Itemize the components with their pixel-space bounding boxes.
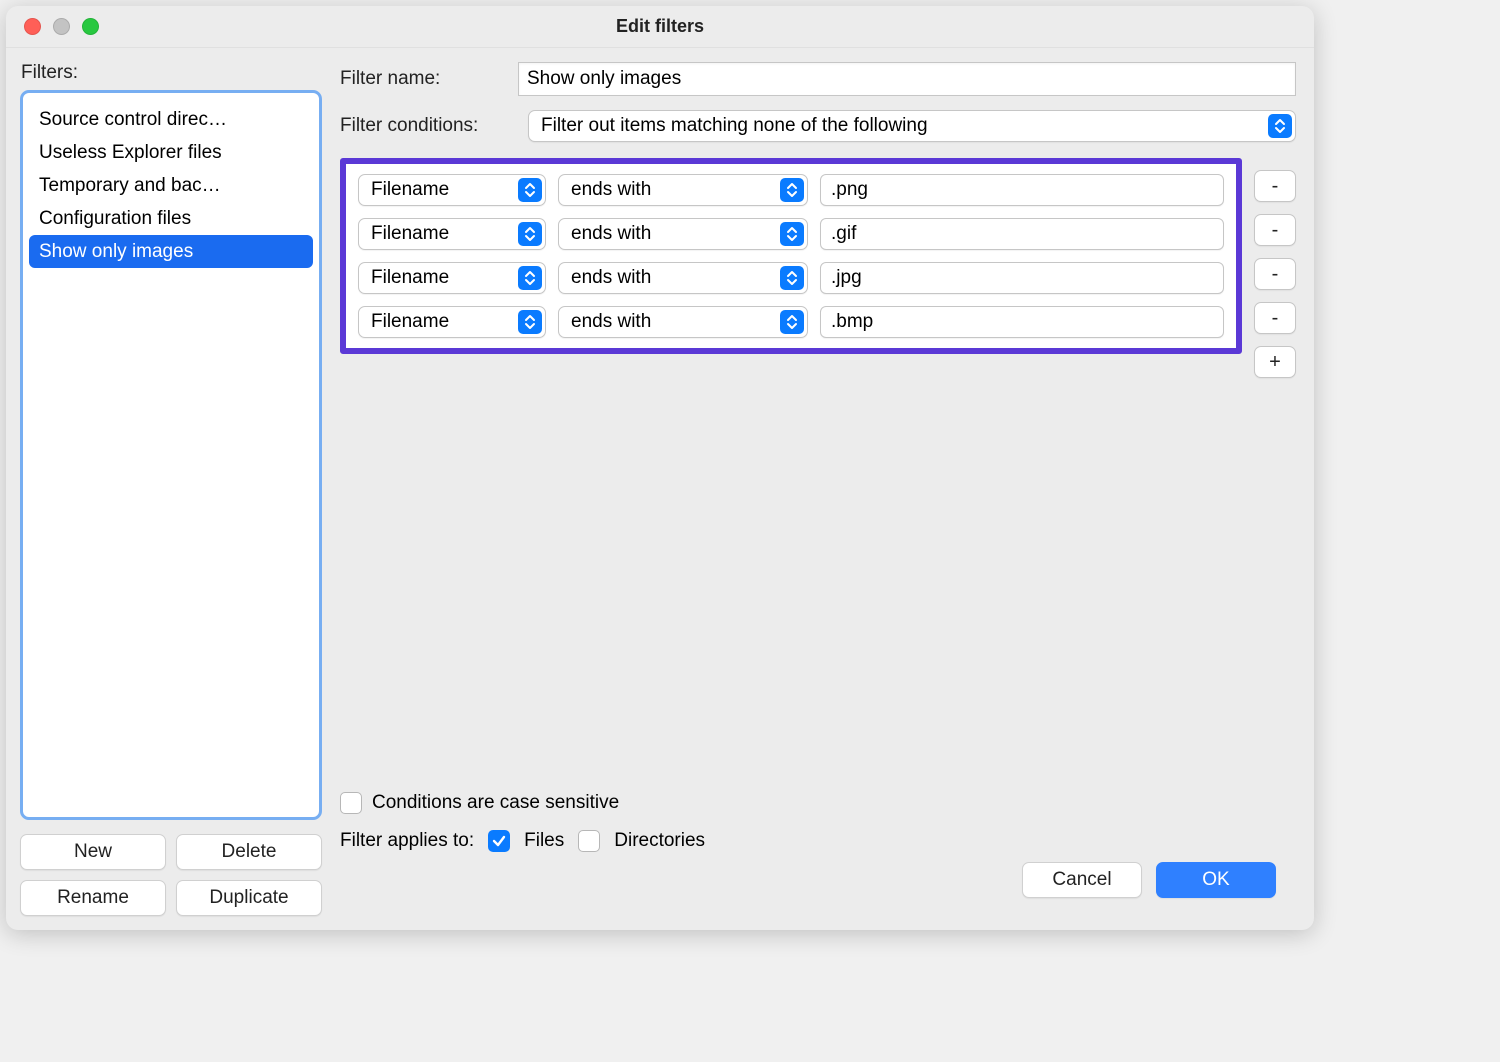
- applies-directories-label: Directories: [614, 830, 705, 852]
- dropdown-stepper-icon: [518, 266, 542, 290]
- filters-list-label: Filters:: [21, 62, 322, 84]
- condition-value-input[interactable]: [820, 174, 1224, 206]
- condition-field-select[interactable]: Filename: [358, 174, 546, 206]
- ok-button[interactable]: OK: [1156, 862, 1276, 898]
- applies-to-label: Filter applies to:: [340, 830, 474, 852]
- filter-conditions-mode-select[interactable]: Filter out items matching none of the fo…: [528, 110, 1296, 142]
- dropdown-stepper-icon: [518, 222, 542, 246]
- condition-operator-value: ends with: [571, 223, 651, 245]
- filter-conditions-label: Filter conditions:: [340, 115, 528, 137]
- filters-list[interactable]: Source control direc… Useless Explorer f…: [20, 90, 322, 820]
- applies-directories-checkbox[interactable]: [578, 830, 600, 852]
- condition-field-select[interactable]: Filename: [358, 306, 546, 338]
- duplicate-filter-button[interactable]: Duplicate: [176, 880, 322, 916]
- applies-files-checkbox[interactable]: [488, 830, 510, 852]
- condition-value-input[interactable]: [820, 218, 1224, 250]
- filter-name-input[interactable]: [518, 62, 1296, 96]
- dropdown-stepper-icon: [780, 222, 804, 246]
- filter-list-item[interactable]: Source control direc…: [23, 103, 319, 136]
- window-controls: [6, 18, 99, 35]
- rename-filter-button[interactable]: Rename: [20, 880, 166, 916]
- close-window-button[interactable]: [24, 18, 41, 35]
- remove-condition-button[interactable]: -: [1254, 302, 1296, 334]
- condition-field-value: Filename: [371, 179, 449, 201]
- remove-condition-button[interactable]: -: [1254, 258, 1296, 290]
- condition-operator-value: ends with: [571, 311, 651, 333]
- filter-list-item-selected[interactable]: Show only images: [29, 235, 313, 268]
- condition-operator-select[interactable]: ends with: [558, 174, 808, 206]
- filter-list-item[interactable]: Configuration files: [23, 202, 319, 235]
- filter-name-label: Filter name:: [340, 68, 518, 90]
- new-filter-button[interactable]: New: [20, 834, 166, 870]
- condition-field-select[interactable]: Filename: [358, 218, 546, 250]
- remove-condition-button[interactable]: -: [1254, 214, 1296, 246]
- condition-operator-select[interactable]: ends with: [558, 262, 808, 294]
- condition-row: Filename ends with: [358, 306, 1224, 338]
- case-sensitive-label: Conditions are case sensitive: [372, 792, 619, 814]
- condition-operator-select[interactable]: ends with: [558, 218, 808, 250]
- condition-operator-select[interactable]: ends with: [558, 306, 808, 338]
- applies-files-label: Files: [524, 830, 564, 852]
- dropdown-stepper-icon: [1268, 114, 1292, 138]
- condition-row: Filename ends with: [358, 174, 1224, 206]
- dropdown-stepper-icon: [780, 266, 804, 290]
- filter-list-item[interactable]: Useless Explorer files: [23, 136, 319, 169]
- condition-field-value: Filename: [371, 223, 449, 245]
- zoom-window-button[interactable]: [82, 18, 99, 35]
- cancel-button[interactable]: Cancel: [1022, 862, 1142, 898]
- delete-filter-button[interactable]: Delete: [176, 834, 322, 870]
- case-sensitive-checkbox[interactable]: [340, 792, 362, 814]
- dropdown-stepper-icon: [518, 310, 542, 334]
- minimize-window-button[interactable]: [53, 18, 70, 35]
- filter-conditions-mode-value: Filter out items matching none of the fo…: [541, 115, 928, 137]
- dropdown-stepper-icon: [780, 310, 804, 334]
- condition-row: Filename ends with: [358, 218, 1224, 250]
- condition-operator-value: ends with: [571, 179, 651, 201]
- add-condition-button[interactable]: +: [1254, 346, 1296, 378]
- condition-operator-value: ends with: [571, 267, 651, 289]
- condition-field-value: Filename: [371, 267, 449, 289]
- edit-filters-dialog: Edit filters Filters: Source control dir…: [6, 6, 1314, 930]
- window-title: Edit filters: [6, 16, 1314, 37]
- remove-condition-button[interactable]: -: [1254, 170, 1296, 202]
- condition-row: Filename ends with: [358, 262, 1224, 294]
- titlebar: Edit filters: [6, 6, 1314, 48]
- condition-value-input[interactable]: [820, 306, 1224, 338]
- dropdown-stepper-icon: [518, 178, 542, 202]
- filter-list-item[interactable]: Temporary and bac…: [23, 169, 319, 202]
- condition-value-input[interactable]: [820, 262, 1224, 294]
- condition-field-value: Filename: [371, 311, 449, 333]
- condition-field-select[interactable]: Filename: [358, 262, 546, 294]
- conditions-panel: Filename ends with Filename: [340, 158, 1242, 354]
- dropdown-stepper-icon: [780, 178, 804, 202]
